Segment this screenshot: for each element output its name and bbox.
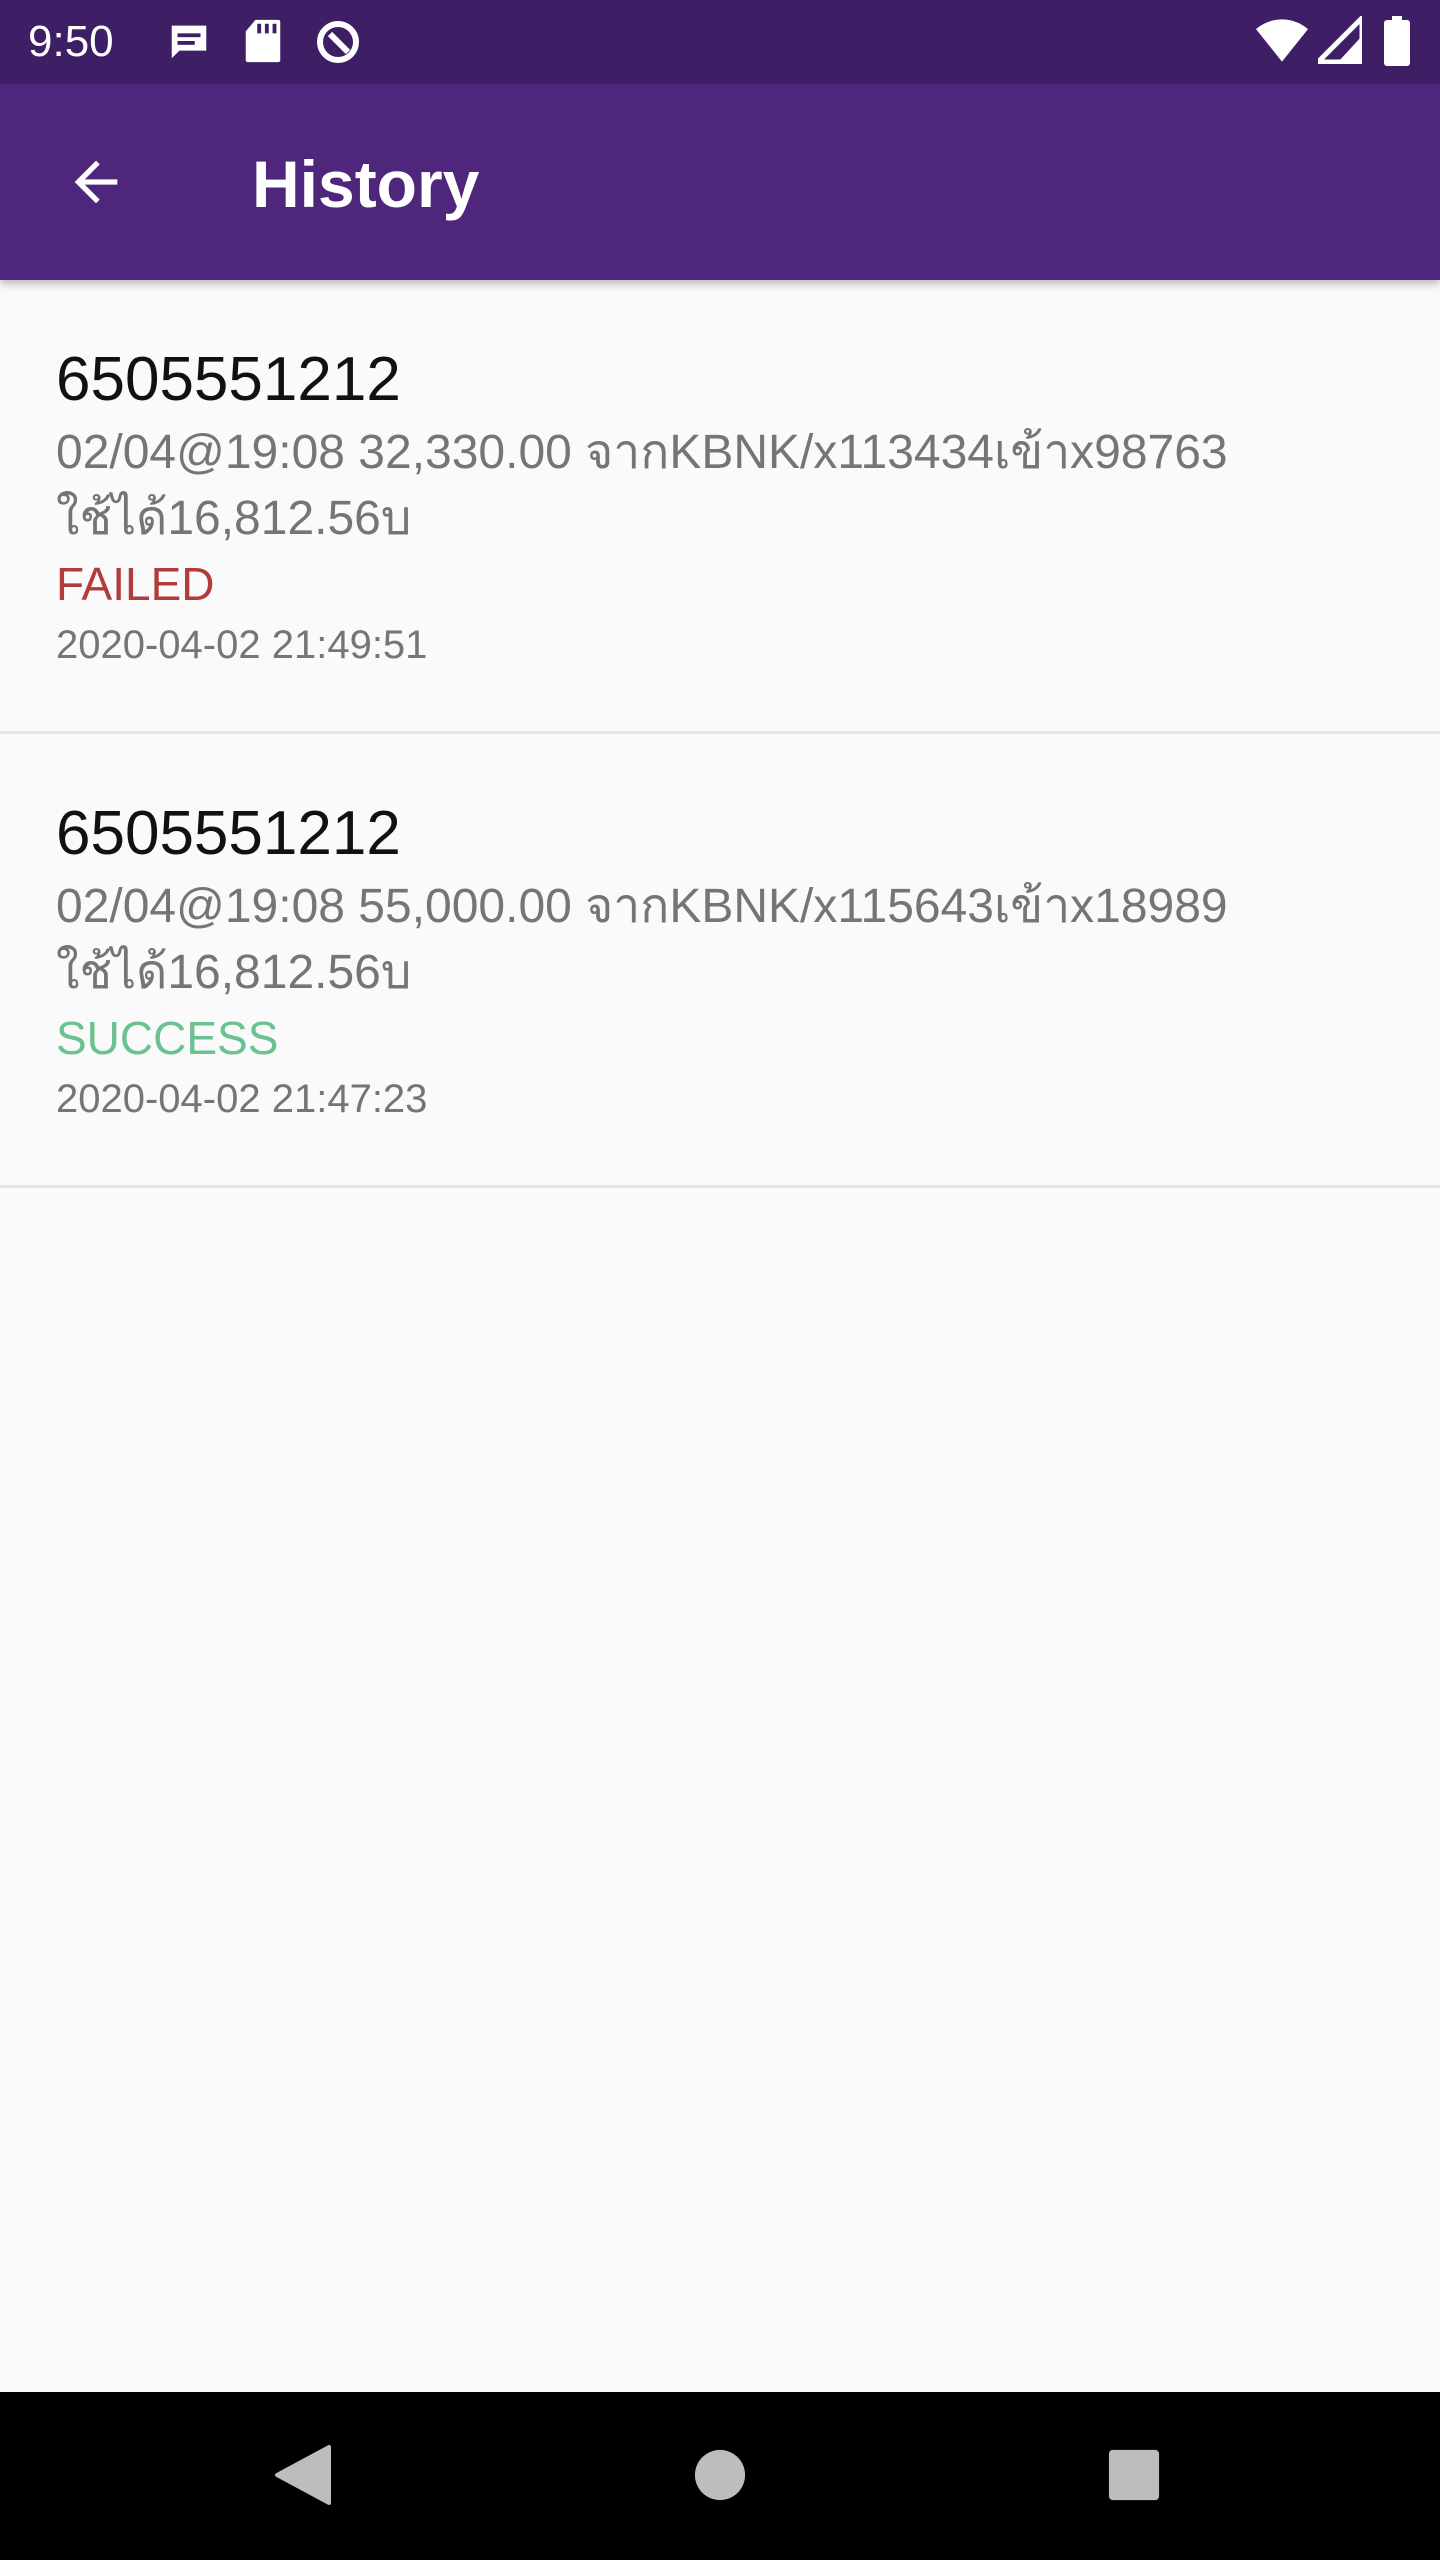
status-time: 9:50 [28,17,114,66]
item-timestamp: 2020-04-02 21:47:23 [56,1077,428,1121]
battery-icon [1384,16,1410,70]
signal-icon [1311,11,1365,68]
vpn-icon [314,18,362,70]
back-triangle-icon [273,2443,333,2511]
page-title: History [252,147,480,221]
system-nav-bar [0,2392,1440,2560]
back-button[interactable] [60,148,132,220]
item-phone-number: 6505551212 [56,799,401,868]
nav-back-button[interactable] [258,2432,348,2522]
nav-recents-button[interactable] [1089,2432,1179,2522]
nav-home-button[interactable] [675,2432,765,2522]
list-item[interactable]: 6505551212 02/04@19:08 55,000.00 จากKBNK… [0,734,1440,1188]
item-phone-number: 6505551212 [56,345,401,414]
app-bar: History [0,84,1440,280]
list-item[interactable]: 6505551212 02/04@19:08 32,330.00 จากKBNK… [0,280,1440,734]
history-list: 6505551212 02/04@19:08 32,330.00 จากKBNK… [0,280,1440,1188]
recents-square-icon [1107,2448,1161,2506]
status-badge: FAILED [56,558,215,610]
message-icon [166,18,212,68]
sd-card-icon [242,18,284,68]
wifi-icon [1256,16,1308,68]
home-circle-icon [693,2448,747,2506]
item-timestamp: 2020-04-02 21:49:51 [56,623,428,667]
item-message: 02/04@19:08 32,330.00 จากKBNK/x113434เข้… [56,426,1228,545]
arrow-back-icon [64,150,128,218]
status-bar: 9:50 [0,0,1440,84]
item-message: 02/04@19:08 55,000.00 จากKBNK/x115643เข้… [56,880,1228,999]
status-badge: SUCCESS [56,1012,279,1064]
